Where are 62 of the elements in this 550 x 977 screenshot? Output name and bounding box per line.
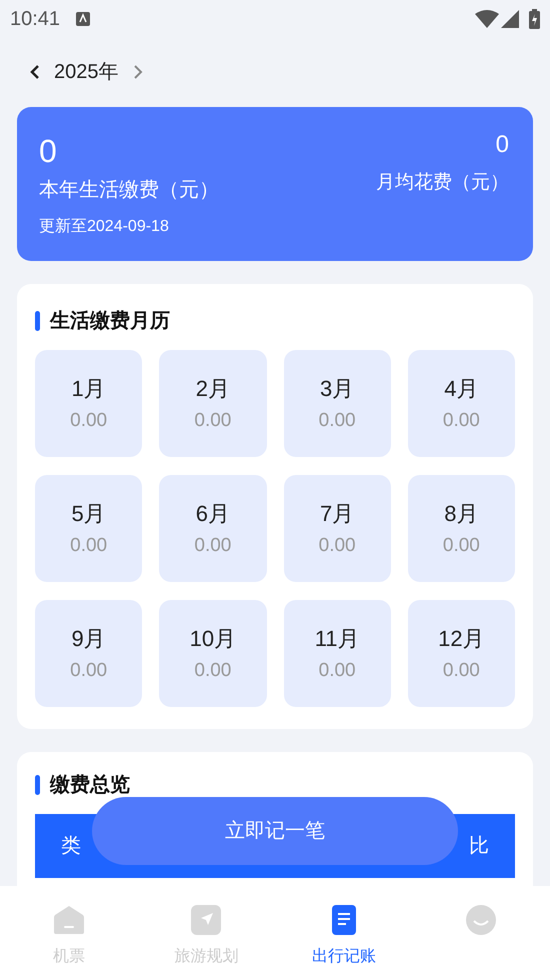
month-tile[interactable]: 4月 0.00 xyxy=(408,350,515,457)
month-label: 5月 xyxy=(72,500,106,528)
month-tile[interactable]: 1月 0.00 xyxy=(35,350,142,457)
month-amount: 0.00 xyxy=(318,408,356,433)
section-title: 缴费总览 xyxy=(50,773,130,798)
record-now-button[interactable]: 立即记一笔 xyxy=(92,797,458,865)
month-tile[interactable]: 5月 0.00 xyxy=(35,475,142,582)
month-label: 11月 xyxy=(314,624,360,653)
month-tile[interactable]: 9月 0.00 xyxy=(35,600,142,707)
column-header: 类 xyxy=(61,834,81,859)
month-amount: 0.00 xyxy=(318,534,356,558)
month-label: 4月 xyxy=(444,374,478,403)
month-amount: 0.00 xyxy=(194,534,232,558)
previous-year-button[interactable] xyxy=(28,64,42,80)
monthly-average-amount: 0 xyxy=(496,131,509,159)
column-header: 比 xyxy=(469,834,489,859)
month-amount: 0.00 xyxy=(442,408,480,433)
month-label: 2月 xyxy=(196,374,230,403)
month-label: 12月 xyxy=(438,624,485,653)
signal-icon xyxy=(501,10,519,28)
house-icon xyxy=(52,905,85,935)
battery-icon xyxy=(529,8,540,28)
month-label: 10月 xyxy=(190,624,236,653)
month-tile[interactable]: 2月 0.00 xyxy=(159,350,266,457)
month-amount: 0.00 xyxy=(194,408,232,433)
total-amount: 0 xyxy=(39,132,58,171)
month-amount: 0.00 xyxy=(70,658,108,683)
month-label: 1月 xyxy=(72,374,106,403)
smiley-icon xyxy=(466,905,496,935)
month-amount: 0.00 xyxy=(442,534,480,558)
status-time: 10:41 xyxy=(10,6,60,32)
month-label: 3月 xyxy=(320,374,354,403)
month-label: 7月 xyxy=(320,500,354,528)
document-icon xyxy=(332,905,356,935)
month-label: 8月 xyxy=(444,500,478,528)
month-tile[interactable]: 11月 0.00 xyxy=(284,600,391,707)
month-amount: 0.00 xyxy=(442,658,480,683)
month-tile[interactable]: 3月 0.00 xyxy=(284,350,391,457)
tab-label: 出行记账 xyxy=(312,946,376,967)
month-amount: 0.00 xyxy=(70,534,108,558)
month-label: 9月 xyxy=(72,624,106,653)
month-tile[interactable]: 6月 0.00 xyxy=(159,475,266,582)
section-marker xyxy=(35,775,40,795)
month-tile[interactable]: 10月 0.00 xyxy=(159,600,266,707)
chevron-right-icon xyxy=(132,64,142,80)
month-amount: 0.00 xyxy=(194,658,232,683)
month-amount: 0.00 xyxy=(318,658,356,683)
keyboard-icon xyxy=(76,12,90,26)
update-date: 更新至2024-09-18 xyxy=(39,216,170,237)
month-tile[interactable]: 12月 0.00 xyxy=(408,600,515,707)
nav-tab[interactable]: 出行记账 xyxy=(275,886,412,977)
month-tile[interactable]: 8月 0.00 xyxy=(408,475,515,582)
year-label: 2025年 xyxy=(54,60,118,85)
month-amount: 0.00 xyxy=(70,408,108,433)
section-marker xyxy=(35,311,40,331)
wifi-icon xyxy=(475,10,499,28)
month-label: 6月 xyxy=(196,500,230,528)
monthly-average-label: 月均花费（元） xyxy=(376,171,509,195)
chevron-left-icon xyxy=(30,64,40,80)
section-title: 生活缴费月历 xyxy=(50,309,170,334)
month-tile[interactable]: 7月 0.00 xyxy=(284,475,391,582)
total-label: 本年生活缴费（元） xyxy=(39,178,219,203)
